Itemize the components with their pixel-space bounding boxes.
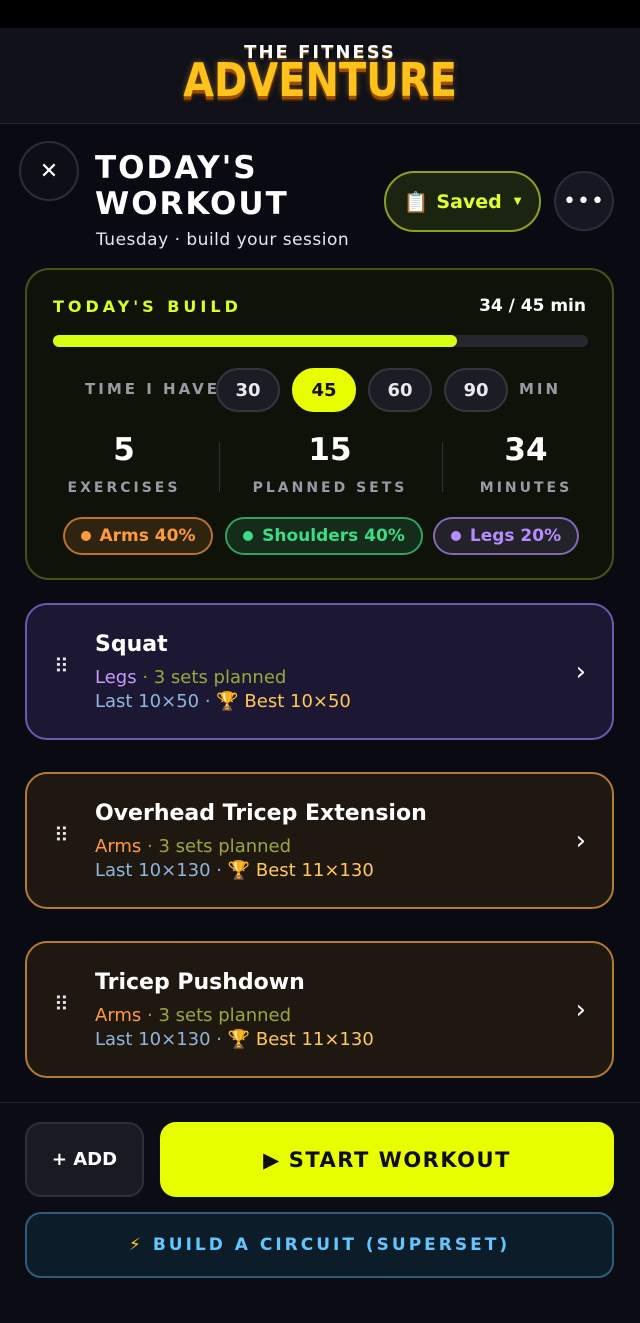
start-workout-label: START WORKOUT	[288, 1147, 511, 1172]
todays-build-card: TODAY'S BUILD 34 / 45 min TIME I HAVE 30…	[25, 268, 614, 580]
drag-handle-icon[interactable]: ⠿	[54, 994, 70, 1014]
lightning-icon: ⚡	[128, 1235, 141, 1255]
exercise-name: Squat	[95, 632, 168, 657]
start-workout-button[interactable]: ▶ START WORKOUT	[160, 1122, 614, 1197]
time-progress-fill	[53, 335, 458, 347]
build-circuit-label: BUILD A CIRCUIT (SUPERSET)	[152, 1235, 511, 1255]
muscle-chip-shoulders: Shoulders 40%	[225, 517, 423, 555]
time-option-60[interactable]: 60	[368, 368, 432, 412]
time-option-90[interactable]: 90	[444, 368, 508, 412]
chevron-right-icon: ›	[575, 657, 586, 687]
saved-label: Saved	[436, 190, 502, 213]
drag-handle-icon[interactable]: ⠿	[54, 656, 70, 676]
time-label: TIME I HAVE	[85, 380, 221, 398]
close-icon: ✕	[39, 158, 59, 184]
dot-icon	[243, 531, 254, 541]
stat-exercises: 5 EXERCISES	[67, 432, 181, 496]
exercise-card-overhead-tricep-extension[interactable]: ⠿ Overhead Tricep Extension Arms · 3 set…	[25, 772, 614, 909]
exercise-name: Overhead Tricep Extension	[95, 801, 427, 826]
dot-icon	[450, 531, 461, 541]
add-exercise-button[interactable]: + ADD	[25, 1122, 144, 1197]
clipboard-icon: 📋	[403, 189, 429, 214]
build-circuit-button[interactable]: ⚡ BUILD A CIRCUIT (SUPERSET)	[25, 1212, 614, 1278]
chevron-right-icon: ›	[575, 995, 586, 1025]
logo-main-text: ADVENTURE	[183, 54, 457, 108]
stat-planned-sets: 15 PLANNED SETS	[252, 432, 408, 496]
time-progress-bar	[53, 335, 588, 347]
exercise-name: Tricep Pushdown	[95, 970, 305, 995]
time-unit: MIN	[519, 380, 562, 398]
time-option-30[interactable]: 30	[216, 368, 280, 412]
more-icon: •••	[563, 188, 605, 214]
dot-icon	[80, 531, 91, 541]
exercise-history: Last 10×130 · 🏆 Best 11×130	[95, 1029, 374, 1050]
exercise-card-squat[interactable]: ⠿ Squat Legs · 3 sets planned Last 10×50…	[25, 603, 614, 740]
caret-down-icon: ▼	[513, 196, 522, 207]
stat-minutes: 34 MINUTES	[479, 432, 573, 496]
page-subtitle: Tuesday · build your session	[96, 230, 350, 250]
exercise-meta: Arms · 3 sets planned	[95, 1005, 292, 1026]
status-bar	[0, 0, 640, 28]
page-title: TODAY'S WORKOUT	[95, 150, 289, 222]
chevron-right-icon: ›	[575, 826, 586, 856]
build-minutes: 34 / 45 min	[479, 296, 586, 316]
stat-divider	[219, 442, 220, 492]
muscle-chip-arms: Arms 40%	[63, 517, 213, 555]
time-selector: TIME I HAVE 30 45 60 90 MIN	[27, 368, 616, 412]
exercise-card-tricep-pushdown[interactable]: ⠿ Tricep Pushdown Arms · 3 sets planned …	[25, 941, 614, 1078]
exercise-history: Last 10×50 · 🏆 Best 10×50	[95, 691, 351, 712]
build-label: TODAY'S BUILD	[53, 297, 242, 316]
drag-handle-icon[interactable]: ⠿	[54, 825, 70, 845]
time-option-45[interactable]: 45	[292, 368, 356, 412]
saved-dropdown-button[interactable]: 📋 Saved ▼	[384, 171, 541, 232]
close-button[interactable]: ✕	[19, 141, 79, 201]
app-header: THE FITNESS ADVENTURE	[0, 28, 640, 124]
play-icon: ▶	[263, 1147, 281, 1172]
exercise-meta: Legs · 3 sets planned	[95, 667, 287, 688]
muscle-chip-legs: Legs 20%	[433, 517, 579, 555]
exercise-meta: Arms · 3 sets planned	[95, 836, 292, 857]
more-options-button[interactable]: •••	[554, 171, 614, 231]
stat-divider	[442, 442, 443, 492]
exercise-history: Last 10×130 · 🏆 Best 11×130	[95, 860, 374, 881]
